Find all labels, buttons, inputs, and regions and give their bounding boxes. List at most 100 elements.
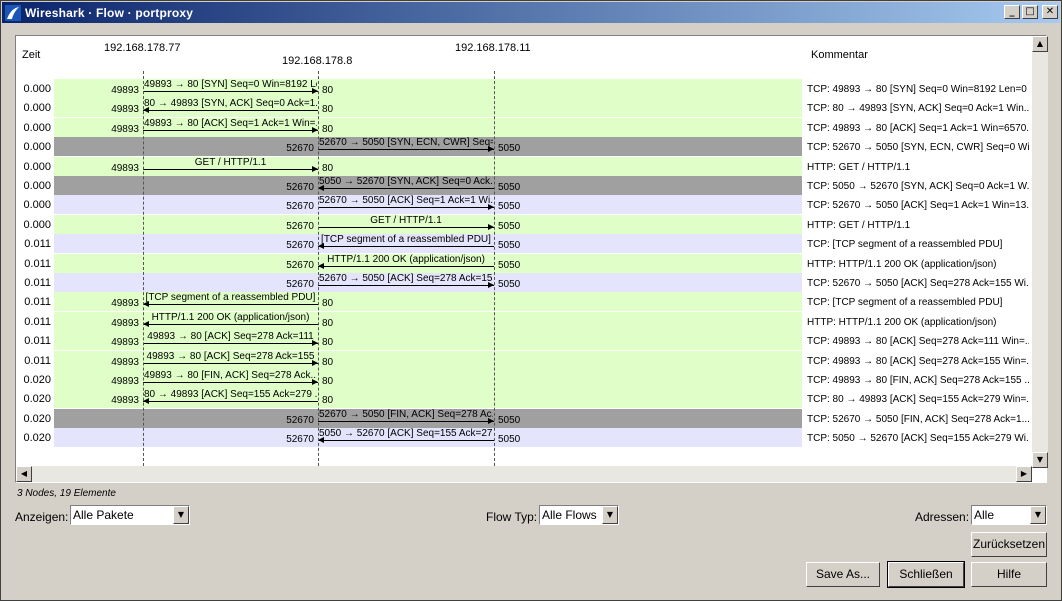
row-time: 0.011: [24, 257, 51, 270]
row-comment: TCP: 52670 → 5050 [ACK] Seq=278 Ack=155 …: [807, 278, 1029, 289]
flow-graph-canvas[interactable]: Zeit 192.168.178.77 192.168.178.8 192.16…: [17, 37, 1031, 466]
flow-arrow: [318, 440, 494, 442]
flowtype-select[interactable]: Alle Flows ▼: [539, 505, 619, 525]
source-port: 49893: [111, 317, 139, 329]
dest-port: 80: [322, 162, 334, 174]
scroll-left-icon[interactable]: ◀: [16, 466, 32, 482]
dest-port: 80: [322, 376, 334, 387]
dest-port: 80: [322, 104, 334, 116]
horizontal-scrollbar[interactable]: ◀ ▶: [16, 466, 1032, 482]
flow-label: 52670 → 5050 [SYN, ECN, CWR] Seq=...: [319, 137, 493, 149]
flow-row[interactable]: 0.020 49893 80 49893 → 80 [FIN, ACK] Seq=27…: [17, 370, 1031, 389]
dest-port: 80: [322, 395, 334, 407]
flow-row[interactable]: 0.011 49893 80 [TCP segment of a reassemble…: [17, 292, 1031, 312]
dest-port: 80: [322, 298, 334, 310]
row-time: 0.011: [24, 335, 51, 348]
flow-arrow: [143, 304, 318, 306]
flow-label: [TCP segment of a reassembled PDU]: [321, 234, 491, 246]
dest-port: 80: [322, 123, 334, 135]
row-time: 0.000: [23, 180, 51, 192]
dest-port: 5050: [498, 220, 521, 232]
source-port: 49893: [111, 298, 139, 310]
row-comment: HTTP: GET / HTTP/1.1: [807, 161, 911, 173]
source-port: 49893: [111, 376, 139, 387]
flow-row[interactable]: 0.011 49893 80 HTTP/1.1 200 OK (application…: [17, 311, 1031, 331]
show-select-value: Alle Pakete: [73, 508, 134, 522]
source-port: 52670: [286, 220, 314, 232]
window-title: Wireshark · Flow · portproxy: [25, 5, 194, 20]
address-select[interactable]: Alle ▼: [971, 505, 1047, 525]
dest-port: 5050: [498, 434, 521, 446]
source-port: 49893: [111, 162, 139, 174]
flow-arrow: [143, 110, 318, 112]
address-select-value: Alle: [974, 508, 995, 522]
show-select[interactable]: Alle Pakete ▼: [70, 505, 190, 525]
scroll-up-icon[interactable]: ▲: [1032, 36, 1048, 52]
dest-port: 80: [322, 337, 334, 349]
title-bar: Wireshark · Flow · portproxy _ □ ✕: [2, 2, 1060, 23]
flow-label: 52670 → 5050 [ACK] Seq=1 Ack=1 Wi...: [319, 195, 493, 207]
header-node-3: 192.168.178.11: [455, 42, 531, 54]
flow-row[interactable]: 0.000 49893 80 80 → 49893 [SYN, ACK] Seq=0 …: [17, 98, 1031, 118]
row-time: 0.011: [24, 315, 51, 328]
reset-button[interactable]: Zurücksetzen: [971, 532, 1047, 557]
flow-label: 52670 → 5050 [ACK] Seq=278 Ack=15...: [319, 273, 493, 284]
flow-row[interactable]: 0.011 52670 5050 52670 → 5050 [ACK] Seq=278…: [17, 273, 1031, 292]
flow-row[interactable]: 0.000 52670 5050 GET / HTTP/1.1 HTTP: GET / …: [17, 214, 1031, 234]
flow-row[interactable]: 0.011 52670 5050 HTTP/1.1 200 OK (applicati…: [17, 253, 1031, 273]
chevron-down-icon[interactable]: ▼: [1030, 506, 1046, 524]
flow-label: 5050 → 52670 [ACK] Seq=155 Ack=27...: [319, 428, 493, 440]
flow-label: 49893 → 80 [FIN, ACK] Seq=278 Ack...: [144, 370, 317, 381]
minimize-button[interactable]: _: [1004, 5, 1020, 19]
flow-row[interactable]: 0.000 49893 80 GET / HTTP/1.1 HTTP: GET / HT…: [17, 156, 1031, 176]
header-node-2: 192.168.178.8: [282, 55, 353, 67]
flow-arrow: [318, 226, 494, 228]
scroll-right-icon[interactable]: ▶: [1016, 466, 1032, 482]
close-button[interactable]: Schließen: [887, 561, 965, 588]
flow-row[interactable]: 0.000 49893 80 49893 → 80 [SYN] Seq=0 Win=8…: [17, 79, 1031, 98]
flow-row[interactable]: 0.000 52670 5050 5050 → 52670 [SYN, ACK] Se…: [17, 176, 1031, 195]
row-comment: TCP: [TCP segment of a reassembled PDU]: [807, 297, 1003, 309]
address-label: Adressen:: [915, 510, 970, 524]
source-port: 49893: [111, 123, 139, 135]
row-comment: TCP: [TCP segment of a reassembled PDU]: [807, 239, 1003, 251]
source-port: 52670: [286, 279, 314, 290]
flow-row[interactable]: 0.011 49893 80 49893 → 80 [ACK] Seq=278 Ack…: [17, 350, 1031, 370]
source-port: 49893: [111, 85, 139, 96]
source-port: 52670: [286, 259, 314, 271]
flow-row[interactable]: 0.000 49893 80 49893 → 80 [ACK] Seq=1 Ack=1…: [17, 117, 1031, 137]
flow-arrow: [143, 323, 318, 325]
chevron-down-icon[interactable]: ▼: [602, 506, 618, 524]
scroll-down-icon[interactable]: ▼: [1032, 452, 1048, 468]
row-comment: TCP: 52670 → 5050 [FIN, ACK] Seq=278 Ack…: [807, 413, 1029, 425]
flow-row[interactable]: 0.000 52670 5050 52670 → 5050 [ACK] Seq=1 A…: [17, 195, 1031, 215]
flow-row[interactable]: 0.020 52670 5050 52670 → 5050 [FIN, ACK] Se…: [17, 408, 1031, 428]
row-time: 0.020: [23, 412, 51, 425]
flow-row[interactable]: 0.011 52670 5050 [TCP segment of a reassemb…: [17, 234, 1031, 254]
flow-label: HTTP/1.1 200 OK (application/json): [151, 311, 310, 323]
flowtype-select-value: Alle Flows: [542, 508, 597, 522]
flow-row[interactable]: 0.000 52670 5050 52670 → 5050 [SYN, ECN, CW…: [17, 137, 1031, 157]
maximize-button[interactable]: □: [1022, 5, 1038, 19]
flow-arrow: [318, 149, 494, 151]
chevron-down-icon[interactable]: ▼: [173, 506, 189, 524]
flow-row[interactable]: 0.020 52670 5050 5050 → 52670 [ACK] Seq=155…: [17, 428, 1031, 448]
source-port: 49893: [111, 337, 139, 349]
row-time: 0.020: [23, 432, 51, 445]
row-time: 0.011: [24, 354, 51, 367]
flow-row[interactable]: 0.011 49893 80 49893 → 80 [ACK] Seq=278 Ack…: [17, 331, 1031, 351]
flow-arrow: [318, 420, 494, 422]
vertical-scrollbar[interactable]: ▲ ▼: [1032, 36, 1048, 468]
row-time: 0.020: [23, 374, 51, 386]
save-as-button[interactable]: Save As...: [806, 562, 880, 587]
flow-label: GET / HTTP/1.1: [194, 156, 267, 168]
flow-arrow: [318, 265, 494, 267]
dest-port: 5050: [498, 259, 521, 271]
close-window-button[interactable]: ✕: [1042, 5, 1058, 19]
flow-row[interactable]: 0.020 49893 80 80 → 49893 [ACK] Seq=155 Ack…: [17, 389, 1031, 409]
flow-label: 49893 → 80 [ACK] Seq=278 Ack=155: [146, 350, 315, 362]
dest-port: 5050: [498, 201, 521, 213]
help-button[interactable]: Hilfe: [971, 562, 1047, 587]
row-comment: TCP: 49893 → 80 [ACK] Seq=1 Ack=1 Win=65…: [807, 122, 1029, 134]
flow-window: Wireshark · Flow · portproxy _ □ ✕ Zeit …: [0, 0, 1062, 601]
